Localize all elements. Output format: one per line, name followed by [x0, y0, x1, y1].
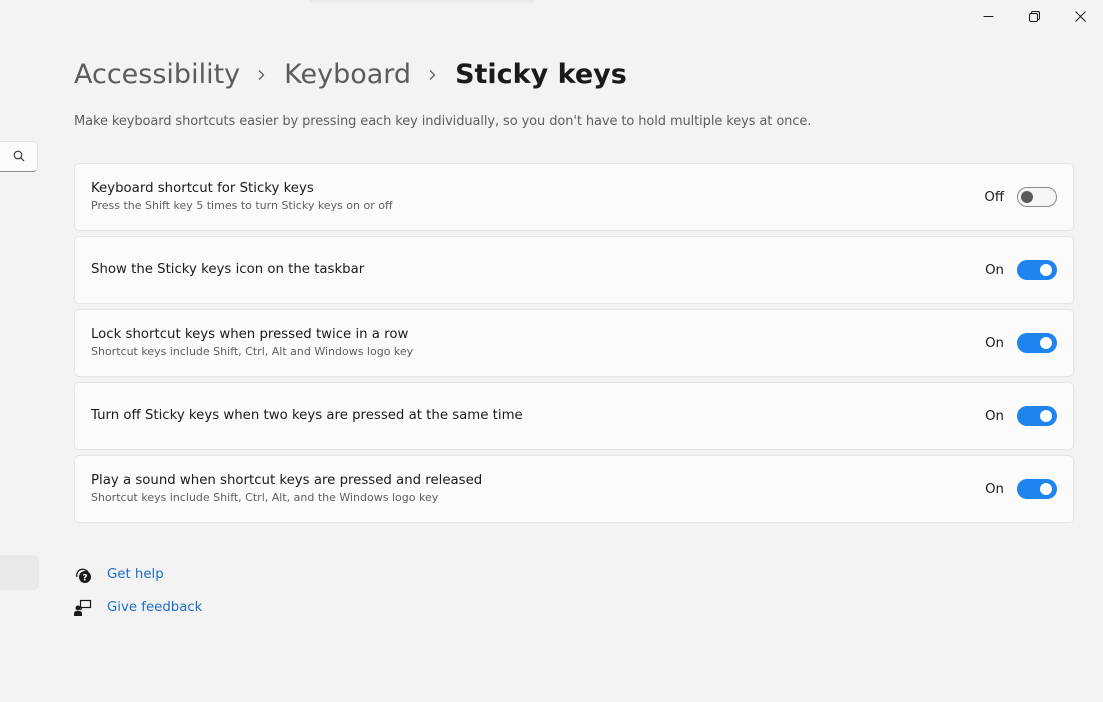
- toggle-switch[interactable]: [1017, 406, 1057, 426]
- setting-card: Play a sound when shortcut keys are pres…: [74, 455, 1074, 523]
- setting-title: Keyboard shortcut for Sticky keys: [91, 181, 314, 196]
- setting-card: Keyboard shortcut for Sticky keys Press t…: [74, 163, 1074, 231]
- restore-icon: [1028, 10, 1040, 22]
- toggle-state-label: On: [985, 481, 1004, 497]
- chevron-right-icon: [428, 69, 436, 81]
- breadcrumb-accessibility[interactable]: Accessibility: [74, 56, 240, 94]
- get-help-link[interactable]: ? Get help: [73, 558, 202, 591]
- minimize-icon: [983, 15, 993, 17]
- setting-control: On: [985, 260, 1057, 280]
- setting-control: On: [985, 333, 1057, 353]
- toggle-state-label: On: [985, 408, 1004, 424]
- toggle-knob: [1040, 337, 1052, 349]
- setting-title: Lock shortcut keys when pressed twice in…: [91, 327, 409, 342]
- toggle-state-label: On: [985, 262, 1004, 278]
- close-icon: [1074, 10, 1086, 22]
- setting-subtitle: Shortcut keys include Shift, Ctrl, Alt, …: [91, 491, 439, 504]
- give-feedback-link[interactable]: Give feedback: [73, 591, 202, 624]
- setting-control: Off: [984, 187, 1057, 207]
- chevron-right-icon: [257, 69, 265, 81]
- setting-subtitle: Press the Shift key 5 times to turn Stic…: [91, 199, 393, 212]
- toggle-knob: [1040, 410, 1052, 422]
- toggle-knob: [1040, 264, 1052, 276]
- setting-card: Lock shortcut keys when pressed twice in…: [74, 309, 1074, 377]
- get-help-icon: ?: [73, 565, 93, 585]
- setting-title: Show the Sticky keys icon on the taskbar: [91, 262, 365, 277]
- setting-card: Turn off Sticky keys when two keys are p…: [74, 382, 1074, 450]
- breadcrumb: Accessibility Keyboard Sticky keys: [74, 56, 627, 94]
- window-controls: [965, 0, 1103, 32]
- toggle-state-label: Off: [984, 189, 1004, 205]
- feedback-icon: [73, 598, 93, 618]
- get-help-label[interactable]: Get help: [107, 567, 164, 582]
- setting-title: Turn off Sticky keys when two keys are p…: [91, 408, 523, 423]
- give-feedback-label[interactable]: Give feedback: [107, 600, 202, 615]
- setting-control: On: [985, 406, 1057, 426]
- toggle-switch[interactable]: [1017, 260, 1057, 280]
- page-description: Make keyboard shortcuts easier by pressi…: [74, 114, 812, 129]
- minimize-button[interactable]: [965, 0, 1011, 32]
- svg-text:?: ?: [82, 573, 87, 583]
- setting-title: Play a sound when shortcut keys are pres…: [91, 473, 483, 488]
- toggle-switch[interactable]: [1017, 187, 1057, 207]
- help-links: ? Get help Give feedback: [73, 558, 202, 624]
- toggle-knob: [1021, 191, 1033, 203]
- settings-list: Keyboard shortcut for Sticky keys Press t…: [74, 163, 1074, 528]
- close-button[interactable]: [1057, 0, 1103, 32]
- toggle-knob: [1040, 483, 1052, 495]
- setting-card: Show the Sticky keys icon on the taskbar…: [74, 236, 1074, 304]
- title-bar-drag-region: [310, 0, 535, 4]
- restore-button[interactable]: [1011, 0, 1057, 32]
- search-icon: [13, 150, 25, 162]
- sidebar-item-selected[interactable]: [0, 555, 39, 590]
- breadcrumb-keyboard[interactable]: Keyboard: [284, 56, 411, 94]
- setting-subtitle: Shortcut keys include Shift, Ctrl, Alt a…: [91, 345, 414, 358]
- toggle-state-label: On: [985, 335, 1004, 351]
- sidebar-search-input[interactable]: [0, 141, 38, 172]
- toggle-switch[interactable]: [1017, 333, 1057, 353]
- toggle-switch[interactable]: [1017, 479, 1057, 499]
- page-title: Sticky keys: [455, 59, 627, 90]
- setting-control: On: [985, 479, 1057, 499]
